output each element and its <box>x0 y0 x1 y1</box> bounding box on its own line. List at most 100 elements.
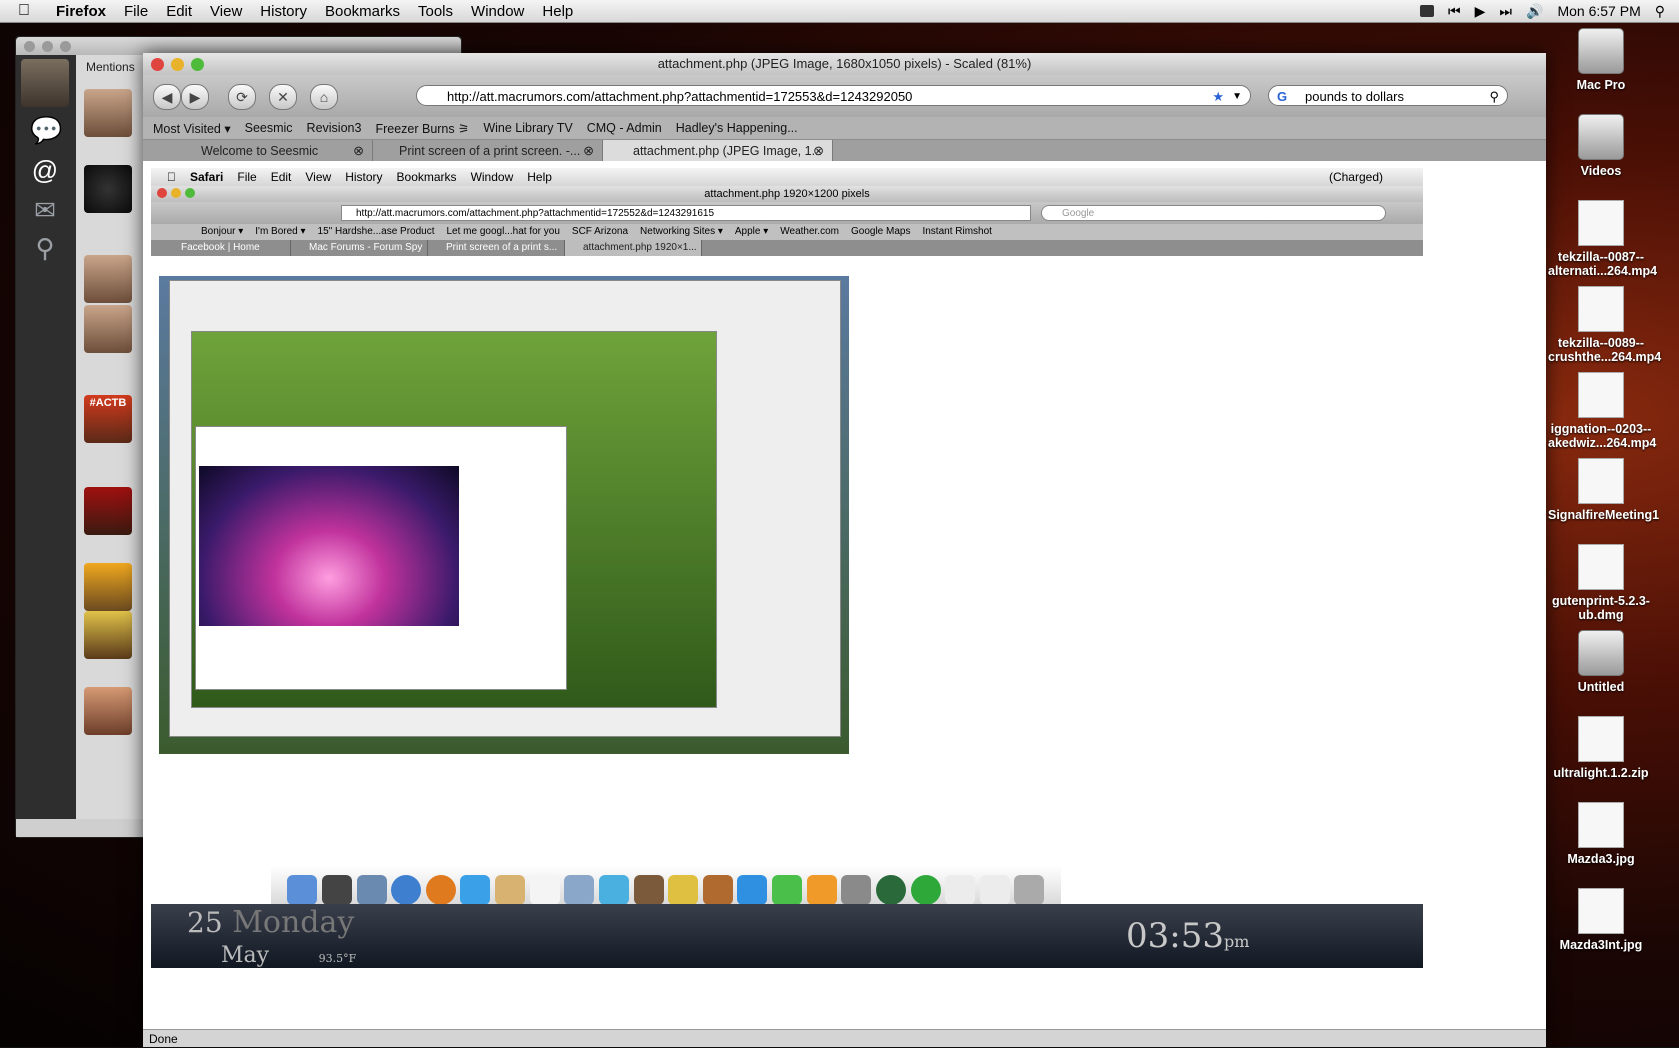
bookmark-cmq-admin[interactable]: CMQ - Admin <box>587 121 662 135</box>
volume-icon[interactable]: 🔊 <box>1526 3 1543 20</box>
firefox-titlebar[interactable]: attachment.php (JPEG Image, 1680x1050 pi… <box>143 53 1546 75</box>
avatar[interactable] <box>84 89 132 137</box>
chat-icon[interactable]: 💬 <box>30 115 62 146</box>
screenshot-safari-window: attachment.php 1920×1200 pixels http://a… <box>151 186 1423 914</box>
back-button[interactable]: ◀ <box>153 84 181 110</box>
safari-titlebar: attachment.php 1920×1200 pixels <box>151 186 1423 202</box>
widget-time: 03:53pm <box>1126 916 1250 956</box>
stop-button[interactable]: ✕ <box>269 84 297 110</box>
ichat-icon <box>460 875 491 905</box>
desktop-icon[interactable]: Untitled <box>1548 630 1654 694</box>
menu-tools[interactable]: Tools <box>418 3 453 20</box>
firefox-icon <box>425 875 456 905</box>
bookmark-star-icon[interactable]: ★ <box>1212 86 1224 107</box>
search-field[interactable]: G pounds to dollars ⚲ <box>1268 85 1508 106</box>
file-icon <box>1578 716 1624 762</box>
status-menu-icon[interactable] <box>1420 5 1435 17</box>
mentions-icon[interactable]: @ <box>30 155 60 186</box>
safari-window-title: attachment.php 1920×1200 pixels <box>704 188 870 200</box>
avatar[interactable] <box>84 687 132 735</box>
apple-menu-icon[interactable]:  <box>18 2 42 20</box>
avatar[interactable] <box>84 563 132 611</box>
tab-close-icon[interactable]: ⊗ <box>583 140 594 162</box>
bookmark-most-visited[interactable]: Most Visited ▾ <box>153 121 231 136</box>
user-avatar[interactable] <box>21 59 69 107</box>
seesmic-close-button[interactable] <box>24 41 35 52</box>
desktop-icon[interactable]: tekzilla--0089-- crushthe...264.mp4 <box>1548 286 1661 364</box>
screenshot-menu-item: Window <box>461 170 514 184</box>
desktop-icon-label: SignalfireMeeting1 <box>1548 508 1660 522</box>
desktop-icon[interactable]: tekzilla--0087-- alternati...264.mp4 <box>1548 200 1657 278</box>
bookmark-freezer-burns[interactable]: Freezer Burns ⚞ <box>375 121 469 136</box>
home-button[interactable]: ⌂ <box>310 84 338 110</box>
desktop-icon-label: gutenprint-5.2.3- ub.dmg <box>1552 594 1650 622</box>
bookmark-hadleys[interactable]: Hadley's Happening... <box>676 121 798 135</box>
seesmic-zoom-button[interactable] <box>60 41 71 52</box>
menu-file[interactable]: File <box>124 3 148 20</box>
apple-icon:  <box>167 168 176 186</box>
play-icon[interactable]: ▶ <box>1475 3 1486 20</box>
reload-button[interactable]: ⟳ <box>228 84 256 110</box>
tab-print-screen[interactable]: Print screen of a print screen. -... ⊗ <box>373 140 603 162</box>
seesmic-minimize-button[interactable] <box>42 41 53 52</box>
zoom-icon <box>185 188 195 198</box>
desktop-icon-label: Mac Pro <box>1576 78 1626 92</box>
url-bar[interactable]: http://att.macrumors.com/attachment.php?… <box>416 85 1251 106</box>
avatar-actb[interactable]: #ACTB <box>84 395 132 443</box>
zoom-button[interactable] <box>191 58 204 71</box>
avatar[interactable] <box>84 487 132 535</box>
desktop-icon[interactable]: SignalfireMeeting1 <box>1548 458 1660 522</box>
window-title: attachment.php (JPEG Image, 1680x1050 pi… <box>657 56 1032 71</box>
tab-seesmic[interactable]: Welcome to Seesmic ⊗ <box>143 140 373 162</box>
menu-help[interactable]: Help <box>542 3 573 20</box>
minimize-button[interactable] <box>171 58 184 71</box>
desktop-icon-label: iggnation--0203-- akedwiz...264.mp4 <box>1548 422 1657 450</box>
menubar-clock[interactable]: Mon 6:57 PM <box>1557 3 1640 19</box>
address-book-icon <box>495 875 526 905</box>
screenshot-menu-item: Help <box>518 170 552 184</box>
bookmark-revision3[interactable]: Revision3 <box>307 121 362 135</box>
bookmark-wine-library[interactable]: Wine Library TV <box>483 121 572 135</box>
file-icon <box>1578 286 1624 332</box>
menu-app-firefox[interactable]: Firefox <box>56 3 106 20</box>
google-icon[interactable]: G <box>1277 86 1287 107</box>
document-icon <box>945 875 976 905</box>
menu-view[interactable]: View <box>210 3 242 20</box>
iphoto-icon <box>633 875 664 905</box>
screenshot-menu-safari: Safari <box>181 170 223 184</box>
widget-date: 25 Monday May 93.5°F <box>187 905 357 969</box>
mail-icon[interactable]: ✉ <box>30 195 60 226</box>
desktop-icon[interactable]: iggnation--0203-- akedwiz...264.mp4 <box>1548 372 1657 450</box>
spotlight-icon[interactable]: ⚲ <box>1655 3 1665 20</box>
rewind-icon[interactable]: ⏮ <box>1448 3 1461 20</box>
desktop-icon[interactable]: Videos <box>1548 114 1654 178</box>
desktop-icon[interactable]: Mazda3.jpg <box>1548 802 1654 866</box>
bookmark-seesmic[interactable]: Seesmic <box>245 121 293 135</box>
desktop-icon[interactable]: Mac Pro <box>1548 28 1654 92</box>
itunes-icon <box>598 875 629 905</box>
fast-forward-icon[interactable]: ⏭ <box>1499 3 1512 20</box>
tab-close-icon[interactable]: ⊗ <box>813 140 824 162</box>
avatar[interactable] <box>84 165 132 213</box>
menu-bookmarks[interactable]: Bookmarks <box>325 3 400 20</box>
search-icon[interactable]: ⚲ <box>1489 86 1499 107</box>
forward-button[interactable]: ▶ <box>181 84 209 110</box>
finder-icon <box>287 875 318 905</box>
screenshot-menu-item: History <box>336 170 382 184</box>
menu-window[interactable]: Window <box>471 3 524 20</box>
desktop-icon[interactable]: Mazda3Int.jpg <box>1548 888 1654 952</box>
tab-close-icon[interactable]: ⊗ <box>353 140 364 162</box>
avatar[interactable] <box>84 611 132 659</box>
avatar[interactable] <box>84 305 132 353</box>
close-button[interactable] <box>151 58 164 71</box>
avatar[interactable] <box>84 255 132 303</box>
url-dropdown-icon[interactable]: ▼ <box>1232 86 1242 107</box>
search-icon[interactable]: ⚲ <box>30 233 60 264</box>
tab-attachment[interactable]: attachment.php (JPEG Image, 1... ⊗ <box>603 140 833 162</box>
desktop-icon-label: Untitled <box>1577 680 1625 694</box>
menu-history[interactable]: History <box>260 3 307 20</box>
menu-bar:  Firefox File Edit View History Bookmar… <box>0 0 1679 23</box>
desktop-icon[interactable]: ultralight.1.2.zip <box>1548 716 1654 780</box>
desktop-icon[interactable]: gutenprint-5.2.3- ub.dmg <box>1548 544 1654 622</box>
menu-edit[interactable]: Edit <box>166 3 192 20</box>
